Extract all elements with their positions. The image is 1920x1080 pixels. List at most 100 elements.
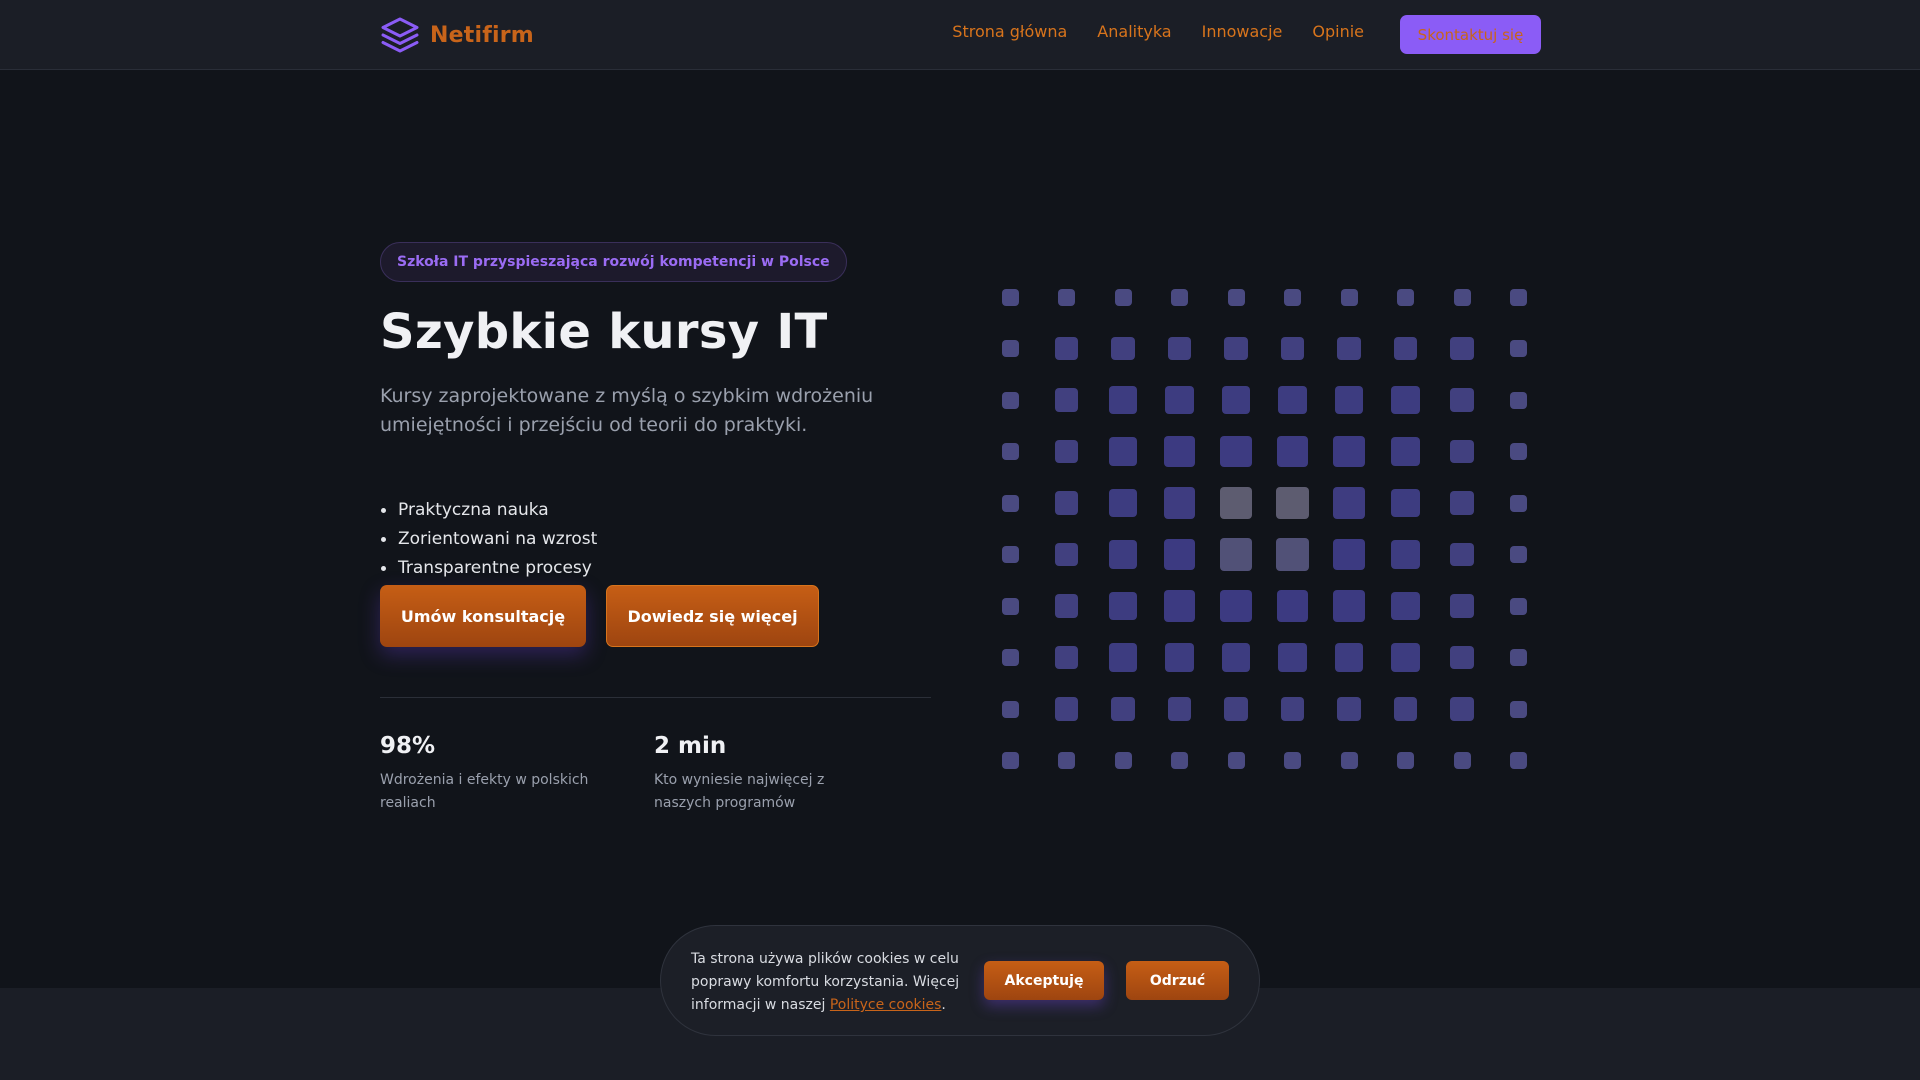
hero-badge: Szkoła IT przyspieszająca rozwój kompete… [380, 242, 847, 282]
grid-square [1284, 752, 1301, 769]
hero-title: Szybkie kursy IT [380, 304, 828, 360]
grid-square [1111, 336, 1135, 361]
grid-square [1334, 643, 1364, 672]
grid-square [1001, 546, 1019, 563]
grid-square [1280, 697, 1305, 721]
grid-square [1114, 752, 1132, 769]
grid-square [1108, 437, 1138, 466]
grid-square [1163, 538, 1196, 571]
navbar: Netifirm Strona główna Analityka Innowac… [0, 0, 1920, 70]
divider [380, 697, 931, 698]
grid-square [1276, 538, 1309, 571]
hero-buttons: Umów konsultację Dowiedz się więcej [380, 585, 930, 647]
book-consultation-button[interactable]: Umów konsultację [380, 585, 586, 647]
grid-square [1391, 643, 1420, 672]
decorative-square-grid [990, 270, 1535, 790]
stat-label: Kto wyniesie najwięcej z naszych program… [654, 772, 825, 811]
grid-square [1058, 288, 1075, 306]
feature-item: Transparentne procesy [380, 554, 930, 583]
grid-square [1450, 645, 1474, 670]
grid-square [1167, 336, 1192, 361]
nav-link-innovations[interactable]: Innowacje [1202, 22, 1283, 41]
grid-square [1276, 590, 1309, 622]
grid-square [1220, 590, 1252, 622]
grid-square [1276, 435, 1309, 468]
cookie-text: Ta strona używa plików cookies w celu po… [691, 948, 971, 1017]
grid-square [1219, 486, 1253, 520]
feature-item: Praktyczna nauka [380, 496, 930, 525]
grid-square [1108, 488, 1138, 518]
grid-square [1391, 488, 1420, 518]
stat-value: 98% [380, 733, 436, 759]
stat-label: Wdrożenia i efekty w polskich realiach [380, 772, 589, 811]
grid-square [1054, 542, 1079, 567]
grid-square [1165, 385, 1194, 415]
grid-square [1278, 385, 1307, 415]
grid-square [1227, 288, 1245, 306]
stat-item: 2 min Kto wyniesie najwięcej z naszych p… [654, 733, 928, 815]
grid-square [1393, 336, 1418, 361]
brand[interactable]: Netifirm [380, 15, 534, 55]
grid-square [1280, 336, 1305, 361]
hero-subtitle: Kursy zaprojektowane z myślą o szybkim w… [380, 385, 874, 436]
grid-square [1001, 288, 1019, 306]
grid-square [1001, 700, 1019, 718]
grid-square [1453, 288, 1471, 306]
grid-square [1114, 288, 1132, 306]
contact-button[interactable]: Skontaktuj się [1400, 15, 1541, 54]
grid-square [1333, 538, 1365, 571]
grid-square [1450, 594, 1474, 618]
grid-square [1054, 336, 1079, 361]
stat-value: 2 min [654, 733, 727, 759]
grid-square [1510, 752, 1527, 769]
grid-square [1054, 491, 1079, 515]
grid-square [1058, 752, 1075, 769]
grid-square [1163, 487, 1196, 519]
grid-square [1171, 752, 1188, 769]
grid-square [1221, 385, 1251, 415]
grid-square [1167, 697, 1192, 721]
reject-cookies-button[interactable]: Odrzuć [1126, 961, 1229, 1000]
nav-link-home[interactable]: Strona główna [952, 22, 1067, 41]
grid-square [1165, 643, 1194, 672]
grid-square [1510, 340, 1527, 357]
grid-square [1333, 590, 1365, 622]
grid-square [1171, 288, 1188, 306]
grid-square [1001, 340, 1019, 357]
grid-square [1220, 435, 1252, 468]
grid-square [1510, 391, 1527, 409]
grid-square [1340, 288, 1358, 306]
grid-square [1224, 697, 1248, 721]
grid-square [1391, 591, 1420, 621]
cookie-policy-link[interactable]: Polityce cookies [830, 997, 942, 1013]
layers-icon [380, 15, 420, 55]
learn-more-button[interactable]: Dowiedz się więcej [606, 585, 819, 647]
grid-square [1001, 649, 1019, 666]
grid-square [1450, 491, 1474, 515]
accept-cookies-button[interactable]: Akceptuję [984, 961, 1104, 1000]
grid-square [1333, 487, 1365, 519]
grid-square [1391, 540, 1420, 569]
grid-square [1278, 643, 1307, 672]
grid-square [1453, 752, 1471, 769]
grid-square [1284, 288, 1301, 306]
grid-square [1111, 697, 1135, 721]
grid-square [1224, 336, 1248, 361]
nav-link-analytics[interactable]: Analityka [1097, 22, 1171, 41]
grid-square [1054, 594, 1079, 618]
grid-square [1510, 649, 1527, 666]
grid-square [1393, 697, 1418, 721]
grid-square [1340, 752, 1358, 769]
stat-item: 98% Wdrożenia i efekty w polskich realia… [380, 733, 654, 815]
grid-square [1054, 697, 1079, 721]
grid-square [1510, 546, 1527, 563]
grid-square [1510, 700, 1527, 718]
grid-square [1337, 336, 1361, 361]
grid-square [1108, 540, 1138, 569]
grid-square [1450, 542, 1474, 567]
feature-item: Zorientowani na wzrost [380, 525, 930, 554]
grid-square [1163, 435, 1196, 468]
nav-link-reviews[interactable]: Opinie [1312, 22, 1364, 41]
grid-square [1391, 437, 1420, 466]
grid-square [1108, 643, 1138, 672]
